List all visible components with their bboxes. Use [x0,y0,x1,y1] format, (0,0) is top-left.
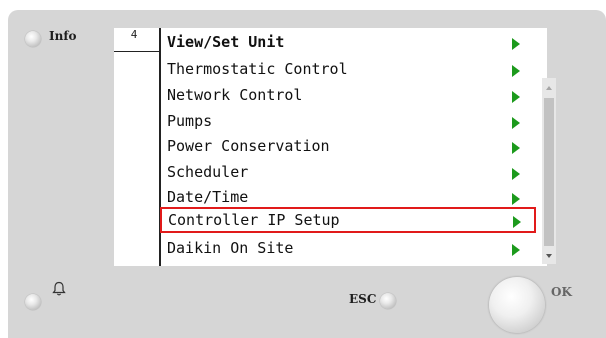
menu-item-pumps[interactable]: Pumps [159,108,535,134]
scrollbar-thumb[interactable] [544,98,554,246]
arrow-right-icon [512,38,520,50]
menu-item-daikin-on-site[interactable]: Daikin On Site [159,235,535,261]
info-label: Info [49,29,77,43]
alarm-led-button[interactable] [25,294,41,310]
menu-item-label: Network Control [167,86,303,104]
menu-item-scheduler[interactable]: Scheduler [159,159,535,185]
bell-icon[interactable] [52,281,66,297]
arrow-right-icon [512,65,520,77]
menu-item-label: Pumps [167,112,213,130]
display-screen: 4 View/Set Unit Thermostatic Control Net… [114,28,556,266]
scroll-down-icon[interactable] [546,254,552,258]
menu-item-label: Power Conservation [167,137,330,155]
esc-button[interactable] [380,293,396,309]
scrollbar[interactable] [542,78,556,264]
arrow-right-icon [512,193,520,205]
menu-item-power-conservation[interactable]: Power Conservation [159,133,535,159]
menu-item-thermostatic-control[interactable]: Thermostatic Control [159,56,535,82]
ok-label: OK [551,285,572,299]
scroll-up-icon[interactable] [546,86,552,90]
esc-label: ESC [349,292,377,306]
menu-item-label: Daikin On Site [167,239,294,257]
arrow-right-icon [512,168,520,180]
ok-button[interactable] [489,277,545,333]
menu-item-label: Scheduler [167,163,249,181]
menu-item-network-control[interactable]: Network Control [159,82,535,108]
info-led-button[interactable] [25,31,41,47]
menu-title-label: View/Set Unit [167,33,285,51]
menu-item-controller-ip-setup[interactable]: Controller IP Setup [160,207,536,233]
arrow-right-icon [512,117,520,129]
menu-title[interactable]: View/Set Unit [159,29,535,55]
arrow-right-icon [513,216,521,228]
menu-item-label: Thermostatic Control [167,60,348,78]
menu-item-label: Date/Time [167,188,249,206]
menu-item-label: Controller IP Setup [168,211,340,229]
arrow-right-icon [512,142,520,154]
arrow-right-icon [512,244,520,256]
page-number: 4 [130,28,138,41]
arrow-right-icon [512,91,520,103]
divider [114,51,159,52]
